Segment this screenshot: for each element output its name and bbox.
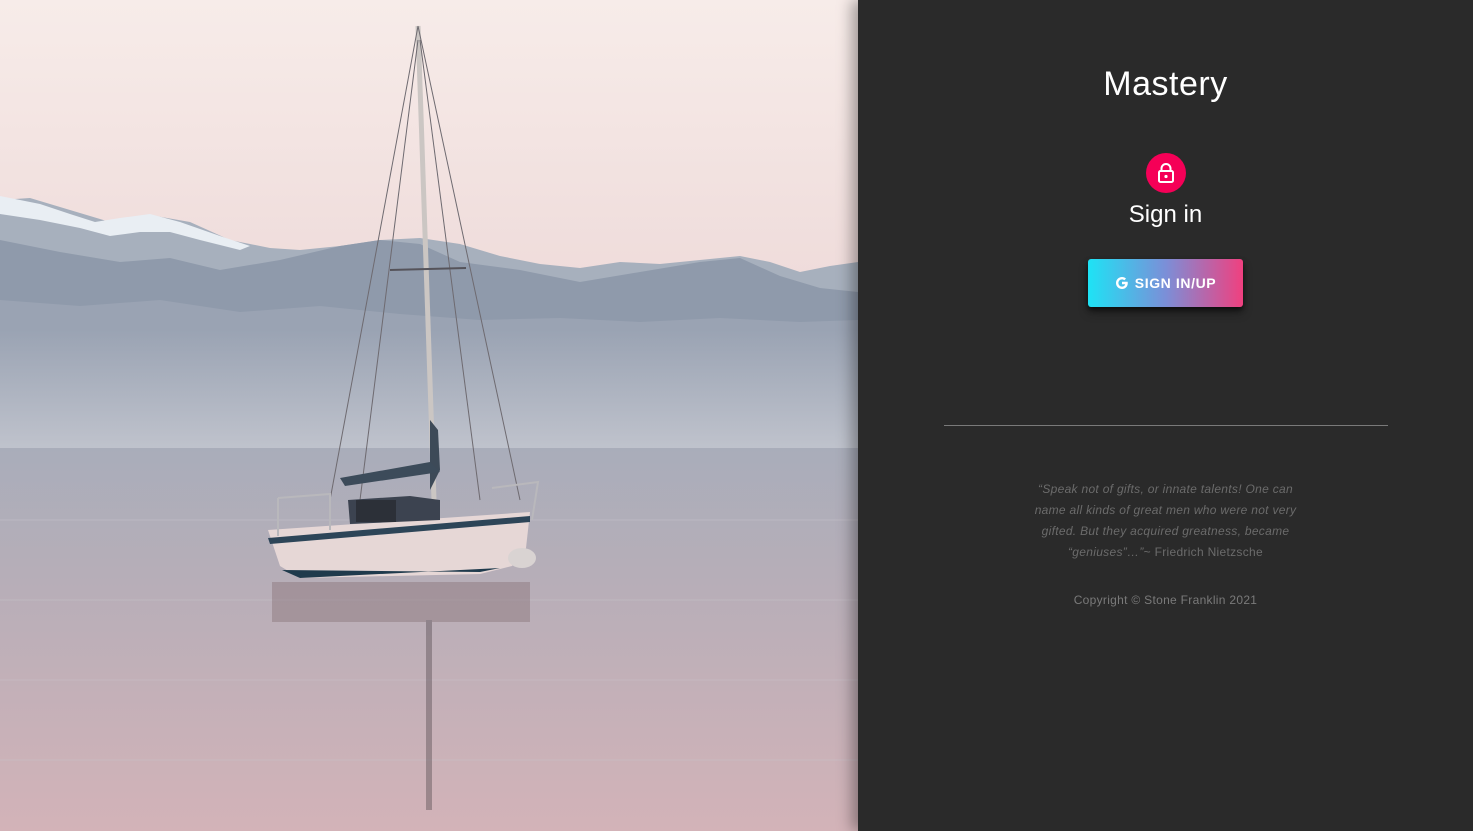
sign-in-heading: Sign in	[1128, 201, 1203, 228]
divider	[943, 425, 1388, 426]
google-sign-in-button[interactable]: SIGN IN/UP	[1088, 259, 1243, 307]
quote: “Speak not of gifts, or innate talents! …	[1031, 479, 1301, 563]
lock-icon	[1157, 163, 1174, 183]
sailboat-photo	[0, 0, 858, 831]
quote-author: ~ Friedrich Nietzsche	[1143, 545, 1263, 559]
sign-in-button-label: SIGN IN/UP	[1134, 275, 1217, 291]
hero-image	[0, 0, 858, 831]
app-title: Mastery	[1103, 65, 1228, 103]
login-page: Mastery Sign in SIGN IN/UP “Speak not of…	[0, 0, 1473, 831]
google-icon	[1115, 277, 1128, 289]
auth-panel: Mastery Sign in SIGN IN/UP “Speak not of…	[858, 0, 1473, 831]
copyright-text: Copyright © Stone Franklin 2021	[1073, 593, 1258, 607]
lock-avatar	[1145, 153, 1186, 193]
